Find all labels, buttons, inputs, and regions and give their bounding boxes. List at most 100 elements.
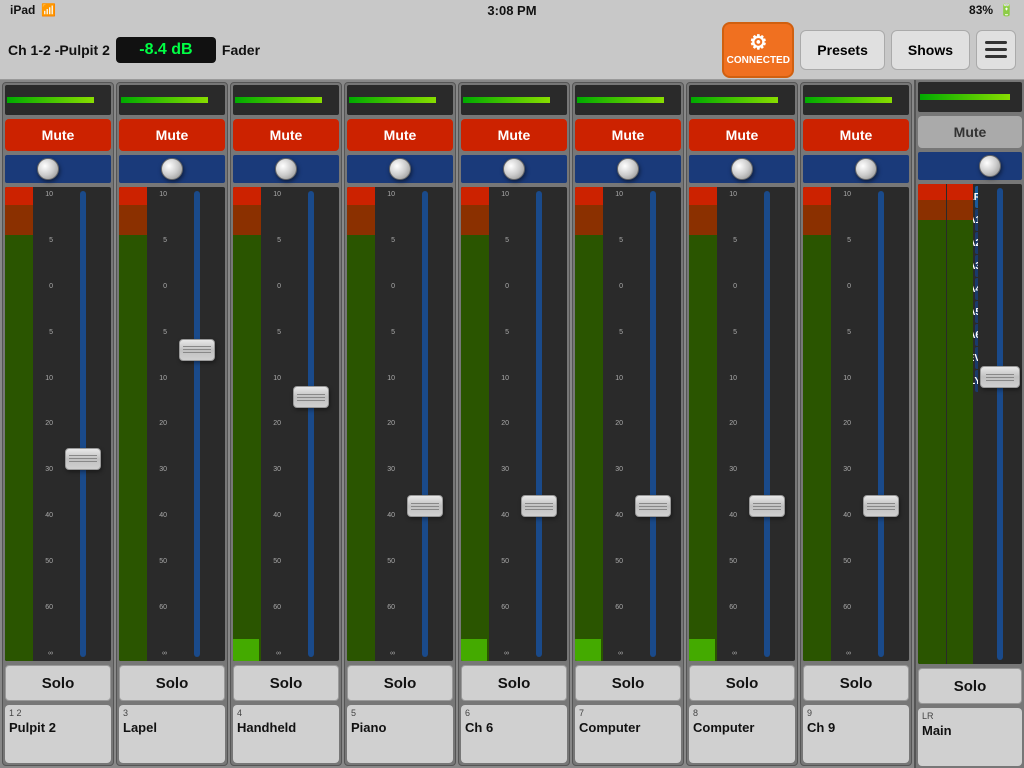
fader-handle-4[interactable] (521, 495, 557, 517)
fader-handle-6[interactable] (749, 495, 785, 517)
channel-name-6: Computer (693, 720, 791, 736)
solo-button-4[interactable]: Solo (461, 665, 567, 701)
fader-scale-4: 10 5 0 5 10 20 30 40 50 60 ∞ (489, 187, 511, 661)
mute-button-5[interactable]: Mute (575, 119, 681, 151)
solo-button-2[interactable]: Solo (233, 665, 339, 701)
channel-label-3: 5 Piano (347, 705, 453, 763)
main-fader-area: LRA1A2A3A4A5A6REVDLY (918, 184, 1022, 664)
gear-icon: ⚙ (749, 33, 767, 53)
mute-button-1[interactable]: Mute (119, 119, 225, 151)
mute-button-0[interactable]: Mute (5, 119, 111, 151)
pan-area-7 (803, 155, 909, 183)
channel-name-0: Pulpit 2 (9, 720, 107, 736)
fader-area-5: 10 5 0 5 10 20 30 40 50 60 ∞ (575, 187, 681, 661)
pan-area-0 (5, 155, 111, 183)
pan-knob-7[interactable] (855, 158, 877, 180)
main-solo-button[interactable]: Solo (918, 668, 1022, 704)
fader-track-2 (308, 191, 314, 657)
fader-area-6: 10 5 0 5 10 20 30 40 50 60 ∞ (689, 187, 795, 661)
channel-strip-3: Mute 10 5 0 5 10 20 30 40 50 60 (230, 82, 342, 766)
channel-name-4: Ch 6 (465, 720, 563, 736)
pan-knob-3[interactable] (389, 158, 411, 180)
channel-strip-5: Mute 10 5 0 5 10 20 30 40 50 60 (458, 82, 570, 766)
level-meter-4 (461, 187, 489, 661)
fader-handle-7[interactable] (863, 495, 899, 517)
mute-button-6[interactable]: Mute (689, 119, 795, 151)
fader-track-1 (194, 191, 200, 657)
pan-knob-5[interactable] (617, 158, 639, 180)
fader-handle-3[interactable] (407, 495, 443, 517)
solo-button-5[interactable]: Solo (575, 665, 681, 701)
fader-track-area-2 (283, 187, 339, 661)
level-meter-1 (119, 187, 147, 661)
vu-bar-1 (121, 97, 208, 103)
fader-scale-1: 10 5 0 5 10 20 30 40 50 60 ∞ (147, 187, 169, 661)
vu-bar-3 (349, 97, 436, 103)
pan-area-2 (233, 155, 339, 183)
channel-number-6: 8 (693, 709, 791, 718)
solo-button-0[interactable]: Solo (5, 665, 111, 701)
channel-name-5: Computer (579, 720, 677, 736)
pan-area-5 (575, 155, 681, 183)
main-level-meter2 (947, 184, 973, 664)
main-fader-handle[interactable] (980, 366, 1020, 388)
fader-handle-2[interactable] (293, 386, 329, 408)
mute-button-4[interactable]: Mute (461, 119, 567, 151)
status-right: 83% 🔋 (969, 3, 1014, 17)
vu-bar-7 (805, 97, 892, 103)
main-channel-name: Main (922, 723, 1018, 739)
fader-track-5 (650, 191, 656, 657)
pan-knob-2[interactable] (275, 158, 297, 180)
channel-number-3: 5 (351, 709, 449, 718)
presets-button[interactable]: Presets (800, 30, 885, 70)
battery-icon: 🔋 (999, 3, 1014, 17)
channel-number-7: 9 (807, 709, 905, 718)
pan-knob-0[interactable] (37, 158, 59, 180)
channel-strip-8: Mute 10 5 0 5 10 20 30 40 50 60 (800, 82, 912, 766)
fader-track-7 (878, 191, 884, 657)
main-pan-knob[interactable] (979, 155, 1001, 177)
main-level-meter (918, 184, 946, 664)
channel-label-1: 3 Lapel (119, 705, 225, 763)
hamburger-line-3 (985, 55, 1007, 58)
level-meter-0 (5, 187, 33, 661)
mute-button-2[interactable]: Mute (233, 119, 339, 151)
channel-label-0: 1 2 Pulpit 2 (5, 705, 111, 763)
main-meter-orange (918, 200, 946, 220)
vu-meter-5 (575, 85, 681, 115)
fader-label: Fader (222, 42, 260, 58)
channel-name-2: Handheld (237, 720, 335, 736)
fader-handle-5[interactable] (635, 495, 671, 517)
shows-button[interactable]: Shows (891, 30, 970, 70)
channel-number-4: 6 (465, 709, 563, 718)
fader-track-area-0 (55, 187, 111, 661)
menu-button[interactable] (976, 30, 1016, 70)
toolbar: Ch 1-2 -Pulpit 2 -8.4 dB Fader ⚙ CONNECT… (0, 20, 1024, 80)
main-fader-track-area (978, 184, 1022, 664)
mute-button-3[interactable]: Mute (347, 119, 453, 151)
fader-scale-2: 10 5 0 5 10 20 30 40 50 60 ∞ (261, 187, 283, 661)
solo-button-7[interactable]: Solo (803, 665, 909, 701)
level-meter-5 (575, 187, 603, 661)
mute-button-7[interactable]: Mute (803, 119, 909, 151)
solo-button-3[interactable]: Solo (347, 665, 453, 701)
pan-knob-4[interactable] (503, 158, 525, 180)
main-vu-meter (918, 82, 1022, 112)
solo-button-6[interactable]: Solo (689, 665, 795, 701)
pan-knob-1[interactable] (161, 158, 183, 180)
channel-label-4: 6 Ch 6 (461, 705, 567, 763)
fader-handle-1[interactable] (179, 339, 215, 361)
solo-button-1[interactable]: Solo (119, 665, 225, 701)
pan-knob-6[interactable] (731, 158, 753, 180)
fader-area-4: 10 5 0 5 10 20 30 40 50 60 ∞ (461, 187, 567, 661)
channel-strip-6: Mute 10 5 0 5 10 20 30 40 50 60 (572, 82, 684, 766)
connected-button[interactable]: ⚙ CONNECTED (722, 22, 794, 78)
pan-area-4 (461, 155, 567, 183)
main-mute-button[interactable]: Mute (918, 116, 1022, 148)
channel-number-1: 3 (123, 709, 221, 718)
channel-info: Ch 1-2 -Pulpit 2 -8.4 dB Fader (8, 37, 716, 63)
channel-name-7: Ch 9 (807, 720, 905, 736)
fader-handle-0[interactable] (65, 448, 101, 470)
battery-label: 83% (969, 3, 993, 17)
wifi-icon: 📶 (41, 3, 56, 17)
